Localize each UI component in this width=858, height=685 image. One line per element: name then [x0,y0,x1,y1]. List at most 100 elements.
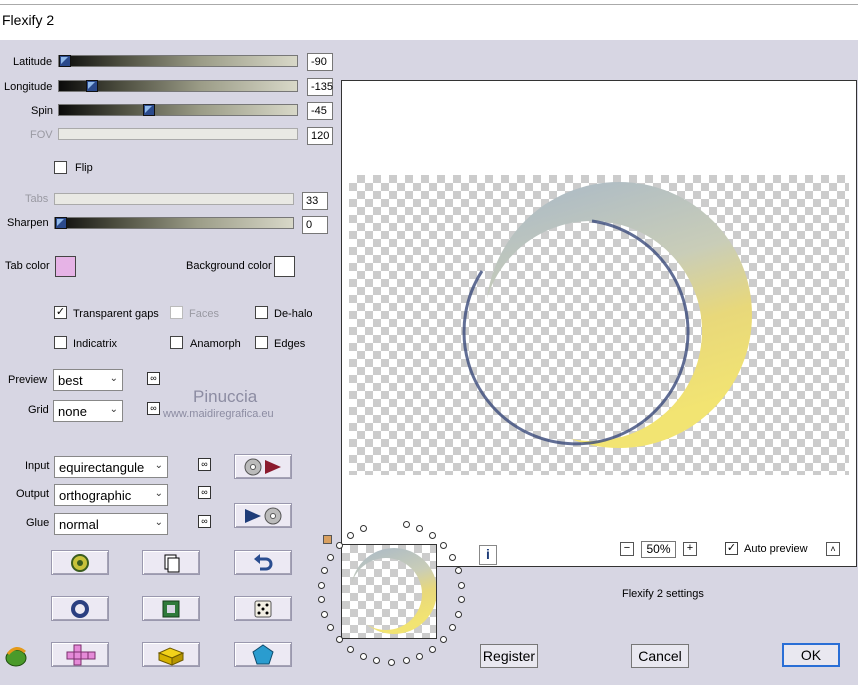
copy-icon [164,554,180,572]
output-value: orthographic [59,488,132,503]
cancel-button[interactable]: Cancel [631,644,689,668]
link-icon[interactable]: ∞ [147,372,160,385]
disc-arrow-icon [244,458,281,475]
dehalo-checkbox[interactable] [255,306,268,319]
navigator-dot[interactable] [336,636,343,643]
spin-slider[interactable] [58,104,298,116]
navigator-dot[interactable] [327,554,334,561]
auto-preview-checkbox[interactable]: ✓ [725,542,738,555]
glue-value: normal [59,517,99,532]
navigator-dot[interactable] [429,646,436,653]
navigator-dot[interactable] [336,542,343,549]
zoom-out-button[interactable]: − [620,542,634,556]
navigator-handle[interactable] [323,535,332,544]
latitude-thumb[interactable] [59,55,71,67]
register-button[interactable]: Register [480,644,538,668]
navigator-dot[interactable] [321,611,328,618]
square-button[interactable] [142,596,200,621]
ring-button[interactable] [51,596,109,621]
chevron-down-icon: ⌄ [109,404,118,415]
copy-button[interactable] [142,550,200,575]
longitude-thumb[interactable] [86,80,98,92]
flexify-logo-icon [5,647,27,667]
navigator-dot[interactable] [347,532,354,539]
navigator-dot[interactable] [429,532,436,539]
randomize-globe-icon [71,553,89,572]
navigator-dot[interactable] [440,636,447,643]
grid-select[interactable]: none ⌄ [53,400,123,422]
navigator-dot[interactable] [388,659,395,666]
chevron-down-icon: ⌄ [154,517,163,528]
glue-select[interactable]: normal ⌄ [54,513,168,535]
link-icon[interactable]: ∞ [147,402,160,415]
navigator-dot[interactable] [403,657,410,664]
transparent-gaps-checkbox[interactable]: ✓ [54,306,67,319]
ok-button[interactable]: OK [782,643,840,667]
longitude-value[interactable]: -135 [307,78,333,96]
fov-value[interactable]: 120 [307,127,333,145]
chevron-down-icon: ⌄ [109,373,118,384]
dice-icon [254,600,272,617]
grid-value: none [58,404,87,419]
navigator-dot[interactable] [347,646,354,653]
longitude-slider[interactable] [58,80,298,92]
navigator-dot[interactable] [318,596,325,603]
input-label: Input [25,460,50,472]
spin-thumb[interactable] [143,104,155,116]
thumbnail-preview[interactable] [341,544,437,639]
navigator-dot[interactable] [403,521,410,528]
thumbnail-crescent [351,548,437,634]
navigator-dot[interactable] [321,567,328,574]
background-color-swatch[interactable] [274,256,295,277]
link-icon[interactable]: ∞ [198,486,211,499]
net-button[interactable] [51,642,109,667]
flip-checkbox[interactable] [54,161,67,174]
link-icon[interactable]: ∞ [198,458,211,471]
latitude-value[interactable]: -90 [307,53,333,71]
longitude-label: Longitude [4,81,53,93]
anamorph-checkbox[interactable] [170,336,183,349]
sharpen-slider[interactable] [54,217,294,229]
preview-quality-select[interactable]: best ⌄ [53,369,123,391]
dice-button[interactable] [234,596,292,621]
navigator-dot[interactable] [360,525,367,532]
tabs-value[interactable]: 33 [302,192,328,210]
navigator-dot[interactable] [458,596,465,603]
indicatrix-checkbox[interactable] [54,336,67,349]
navigator-dot[interactable] [327,624,334,631]
zoom-value[interactable]: 50% [641,541,676,558]
zoom-in-button[interactable]: + [683,542,697,556]
sharpen-thumb[interactable] [55,217,67,229]
navigator-dot[interactable] [458,582,465,589]
navigator-dot[interactable] [440,542,447,549]
spin-value[interactable]: -45 [307,102,333,120]
randomize-button[interactable] [51,550,109,575]
latitude-slider[interactable] [58,55,298,67]
sharpen-value[interactable]: 0 [302,216,328,234]
navigator-dot[interactable] [449,624,456,631]
collapse-icon[interactable]: ˄ [826,542,840,556]
info-icon[interactable]: i [479,545,497,565]
navigator-dot[interactable] [455,567,462,574]
link-icon[interactable]: ∞ [198,515,211,528]
brick-button[interactable] [142,642,200,667]
tab-color-swatch[interactable] [55,256,76,277]
anamorph-label: Anamorph [190,338,241,350]
edges-checkbox[interactable] [255,336,268,349]
sharpen-label: Sharpen [7,217,49,229]
output-select[interactable]: orthographic ⌄ [54,484,168,506]
navigator-dot[interactable] [416,525,423,532]
navigator-dot[interactable] [360,653,367,660]
preview-canvas[interactable] [341,80,857,567]
watermark-url: www.maidiregrafica.eu [163,408,274,420]
undo-button[interactable] [234,550,292,575]
navigator-dot[interactable] [449,554,456,561]
input-select[interactable]: equirectangule ⌄ [54,456,168,478]
pentagon-button[interactable] [234,642,292,667]
navigator-dot[interactable] [416,653,423,660]
navigator-dot[interactable] [318,582,325,589]
output-preset-button[interactable] [234,503,292,528]
navigator-dot[interactable] [455,611,462,618]
navigator-dot[interactable] [373,657,380,664]
input-preset-button[interactable] [234,454,292,479]
